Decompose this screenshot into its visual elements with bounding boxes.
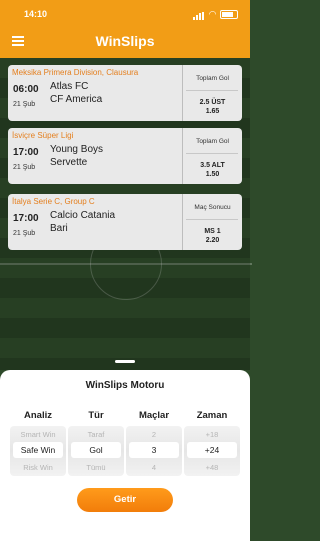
- market-label: Maç Sonucu: [194, 204, 231, 211]
- home-team: Calcio Catania: [50, 210, 116, 221]
- home-team: Atlas FC: [50, 81, 89, 92]
- picker-option[interactable]: Taraf: [68, 430, 124, 439]
- league-name: İsviçre Süper Ligi: [12, 131, 74, 140]
- analysis-column: Analiz: [10, 410, 66, 421]
- home-team: Young Boys: [50, 144, 104, 155]
- league-name: Meksika Primera Division, Clausura: [12, 68, 139, 77]
- match-time: 17:00: [13, 213, 39, 224]
- bottom-sheet: WinSlips Motoru Analiz Smart Win Safe Wi…: [0, 370, 250, 541]
- league-name: İtalya Serie C, Group C: [12, 197, 95, 206]
- match-date: 21 Şub: [13, 230, 36, 237]
- picker-selected-option[interactable]: Gol: [68, 445, 124, 455]
- match-card[interactable]: İtalya Serie C, Group C 17:00 21 Şub Cal…: [8, 194, 242, 250]
- picker-option[interactable]: Smart Win: [10, 430, 66, 439]
- market-label: Toplam Gol: [196, 138, 229, 145]
- status-time: 14:10: [24, 9, 48, 19]
- match-date: 21 Şub: [13, 164, 36, 171]
- prediction-odd: 1.50: [205, 171, 220, 178]
- status-bar: 14:10 ◠: [0, 0, 250, 26]
- divider: [186, 90, 238, 91]
- market-label: Toplam Gol: [196, 75, 229, 82]
- picker-option[interactable]: Tümü: [68, 463, 124, 472]
- match-time: 06:00: [13, 84, 39, 95]
- status-icons: ◠: [193, 9, 238, 20]
- picker-option[interactable]: 4: [126, 463, 182, 472]
- time-picker[interactable]: +18 +24 +48: [184, 426, 240, 476]
- prediction-pick: MS 1: [204, 228, 221, 235]
- teams: Atlas FC CF America: [50, 80, 102, 106]
- divider: [186, 153, 238, 154]
- picker-option[interactable]: +48: [184, 463, 240, 472]
- type-column: Tür: [68, 410, 124, 421]
- time-column: Zaman: [184, 410, 240, 421]
- prediction-pick: 3.5 ALT: [200, 162, 225, 169]
- matches-column: Maçlar: [126, 410, 182, 421]
- type-picker[interactable]: Taraf Gol Tümü: [68, 426, 124, 476]
- sheet-title: WinSlips Motoru: [85, 380, 165, 391]
- picker-option[interactable]: 2: [126, 430, 182, 439]
- analysis-picker[interactable]: Smart Win Safe Win Risk Win: [10, 426, 66, 476]
- match-card[interactable]: İsviçre Süper Ligi 17:00 21 Şub Young Bo…: [8, 128, 242, 184]
- prediction: 2.5 ÜST 1.65: [183, 98, 242, 116]
- app-header: WinSlips: [0, 26, 250, 58]
- column-header: Tür: [88, 410, 104, 421]
- page-title: WinSlips: [95, 33, 155, 49]
- prediction-pick: 2.5 ÜST: [199, 99, 226, 106]
- matches-picker[interactable]: 2 3 4: [126, 426, 182, 476]
- battery-icon: [220, 10, 238, 19]
- column-header: Zaman: [196, 410, 228, 421]
- picker-selected-option[interactable]: +24: [184, 445, 240, 455]
- prediction-odd: 2.20: [205, 237, 220, 244]
- match-date: 21 Şub: [13, 101, 36, 108]
- sheet-grabber[interactable]: [115, 360, 135, 363]
- teams: Calcio Catania Bari: [50, 209, 115, 235]
- away-team: Bari: [50, 223, 68, 234]
- column-header: Maçlar: [138, 410, 170, 421]
- picker-selected-option[interactable]: Safe Win: [10, 445, 66, 455]
- signal-icon: [193, 10, 205, 20]
- picker-option[interactable]: Risk Win: [10, 463, 66, 472]
- teams: Young Boys Servette: [50, 143, 103, 169]
- prediction: MS 1 2.20: [183, 227, 242, 245]
- match-time: 17:00: [13, 147, 39, 158]
- picker-selected-option[interactable]: 3: [126, 445, 182, 455]
- prediction-odd: 1.65: [205, 108, 220, 115]
- divider: [186, 219, 238, 220]
- picker-option[interactable]: +18: [184, 430, 240, 439]
- fetch-button[interactable]: Getir: [77, 488, 173, 512]
- wifi-icon: ◠: [209, 9, 216, 19]
- away-team: CF America: [50, 94, 103, 105]
- column-header: Analiz: [24, 410, 52, 421]
- match-card[interactable]: Meksika Primera Division, Clausura 06:00…: [8, 65, 242, 121]
- away-team: Servette: [50, 157, 88, 168]
- prediction: 3.5 ALT 1.50: [183, 161, 242, 179]
